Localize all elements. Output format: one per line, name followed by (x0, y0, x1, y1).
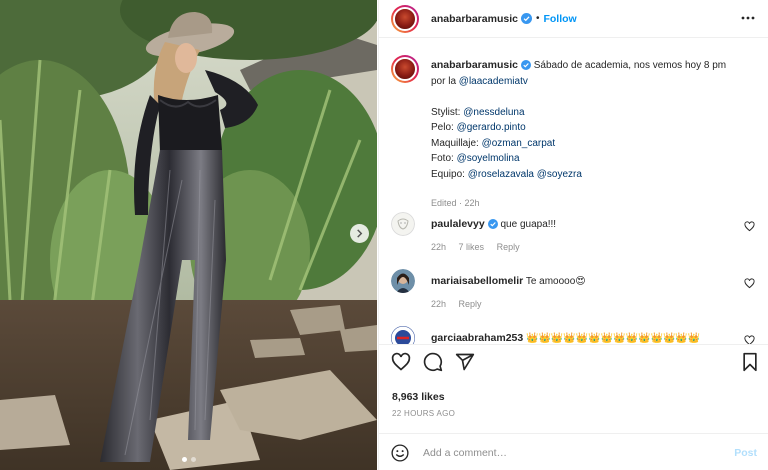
credit-line: Maquillaje: @ozman_carpat (431, 136, 731, 152)
comment-meta: 22h 7 likes Reply (431, 242, 530, 252)
credit-mention[interactable]: @soyelmolina (457, 153, 520, 164)
credit-label: Foto: (431, 153, 457, 164)
bookmark-icon[interactable] (741, 352, 759, 372)
comment-text: que guapa!!! (500, 219, 557, 230)
author-avatar[interactable] (391, 4, 419, 33)
commenter-avatar[interactable] (391, 269, 415, 293)
comment-input[interactable] (423, 443, 723, 463)
caption-username[interactable]: anabarbaramusic (431, 59, 518, 71)
carousel-indicator (0, 457, 377, 462)
heart-icon[interactable] (744, 278, 755, 289)
comment-body: mariaisabellomelir Te amoooo😍 (431, 275, 586, 287)
share-icon[interactable] (455, 352, 475, 372)
post-details-panel: anabarbaramusic • Follow anabarbaramusic… (378, 0, 768, 470)
carousel-dot-active (181, 457, 187, 462)
verified-badge-icon (520, 13, 532, 24)
credit-mention[interactable]: @nessdeluna (463, 107, 524, 118)
heart-icon[interactable] (744, 221, 755, 232)
add-comment-bar: Post (379, 433, 768, 470)
credit-label: Maquillaje: (431, 137, 482, 149)
comments-scroll-area[interactable]: anabarbaramusic Sábado de academia, nos … (379, 39, 768, 345)
header-separator: • (535, 13, 540, 24)
comment-username[interactable]: garciaabraham253 (431, 332, 523, 344)
carousel-dot (190, 457, 196, 462)
credit-mention[interactable]: @soyezra (537, 169, 582, 180)
credit-mention[interactable]: @gerardo.pinto (457, 122, 526, 133)
comment-reply-button[interactable]: Reply (459, 299, 482, 309)
comment-text: Te amoooo😍 (525, 276, 586, 287)
credit-mention[interactable]: @ozman_carpat (482, 138, 556, 149)
post-photo[interactable] (0, 0, 377, 470)
comment-username[interactable]: paulalevyy (431, 218, 485, 230)
carousel-next-button[interactable] (350, 224, 369, 243)
credit-line: Stylist: @nessdeluna (431, 105, 731, 121)
comment-time: 22h (431, 299, 447, 309)
post-comment-button[interactable]: Post (734, 447, 757, 459)
chevron-right-icon (357, 229, 363, 238)
more-options-icon[interactable] (741, 11, 755, 25)
author-username[interactable]: anabarbaramusic (431, 13, 518, 25)
comment-time: 22h (431, 242, 447, 252)
comment-body: garciaabraham253 👑👑👑👑👑👑👑👑👑👑👑👑👑👑 (431, 332, 700, 344)
post-header: anabarbaramusic • Follow (379, 0, 768, 38)
commenter-avatar[interactable] (391, 212, 415, 236)
likes-count[interactable]: 8,963 likes (392, 391, 445, 403)
post-actions (379, 352, 768, 382)
heart-icon[interactable] (744, 335, 755, 345)
heart-icon[interactable] (391, 352, 411, 372)
comment-meta: 22h Reply (431, 299, 492, 309)
post-timestamp: 22 HOURS AGO (392, 409, 456, 418)
follow-button[interactable]: Follow (543, 13, 576, 25)
comment-username[interactable]: mariaisabellomelir (431, 275, 523, 287)
credit-label: Pelo: (431, 122, 457, 133)
credit-line: Pelo: @gerardo.pinto (431, 120, 731, 136)
comment-icon[interactable] (423, 352, 443, 372)
credit-line: Foto: @soyelmolina (431, 151, 731, 167)
caption-text: anabarbaramusic Sábado de academia, nos … (431, 58, 731, 182)
caption-edited-time: Edited · 22h (431, 198, 480, 208)
credit-line: Equipo: @roselazavala @soyezra (431, 167, 731, 183)
caption-author-avatar[interactable] (391, 55, 419, 83)
comment-reply-button[interactable]: Reply (497, 242, 520, 252)
post-image (0, 0, 377, 470)
comment-body: paulalevyy que guapa!!! (431, 218, 556, 230)
comment-text: 👑👑👑👑👑👑👑👑👑👑👑👑👑👑 (526, 333, 701, 344)
verified-badge-icon (487, 219, 498, 230)
comment-likes[interactable]: 7 likes (459, 242, 485, 252)
emoji-icon[interactable] (391, 444, 409, 462)
verified-badge-icon (520, 60, 531, 71)
credit-label: Equipo: (431, 168, 468, 180)
caption-mention[interactable]: @laacademiatv (459, 76, 528, 87)
commenter-avatar[interactable] (391, 326, 415, 344)
credit-label: Stylist: (431, 106, 464, 118)
credit-mention[interactable]: @roselazavala (468, 169, 534, 180)
